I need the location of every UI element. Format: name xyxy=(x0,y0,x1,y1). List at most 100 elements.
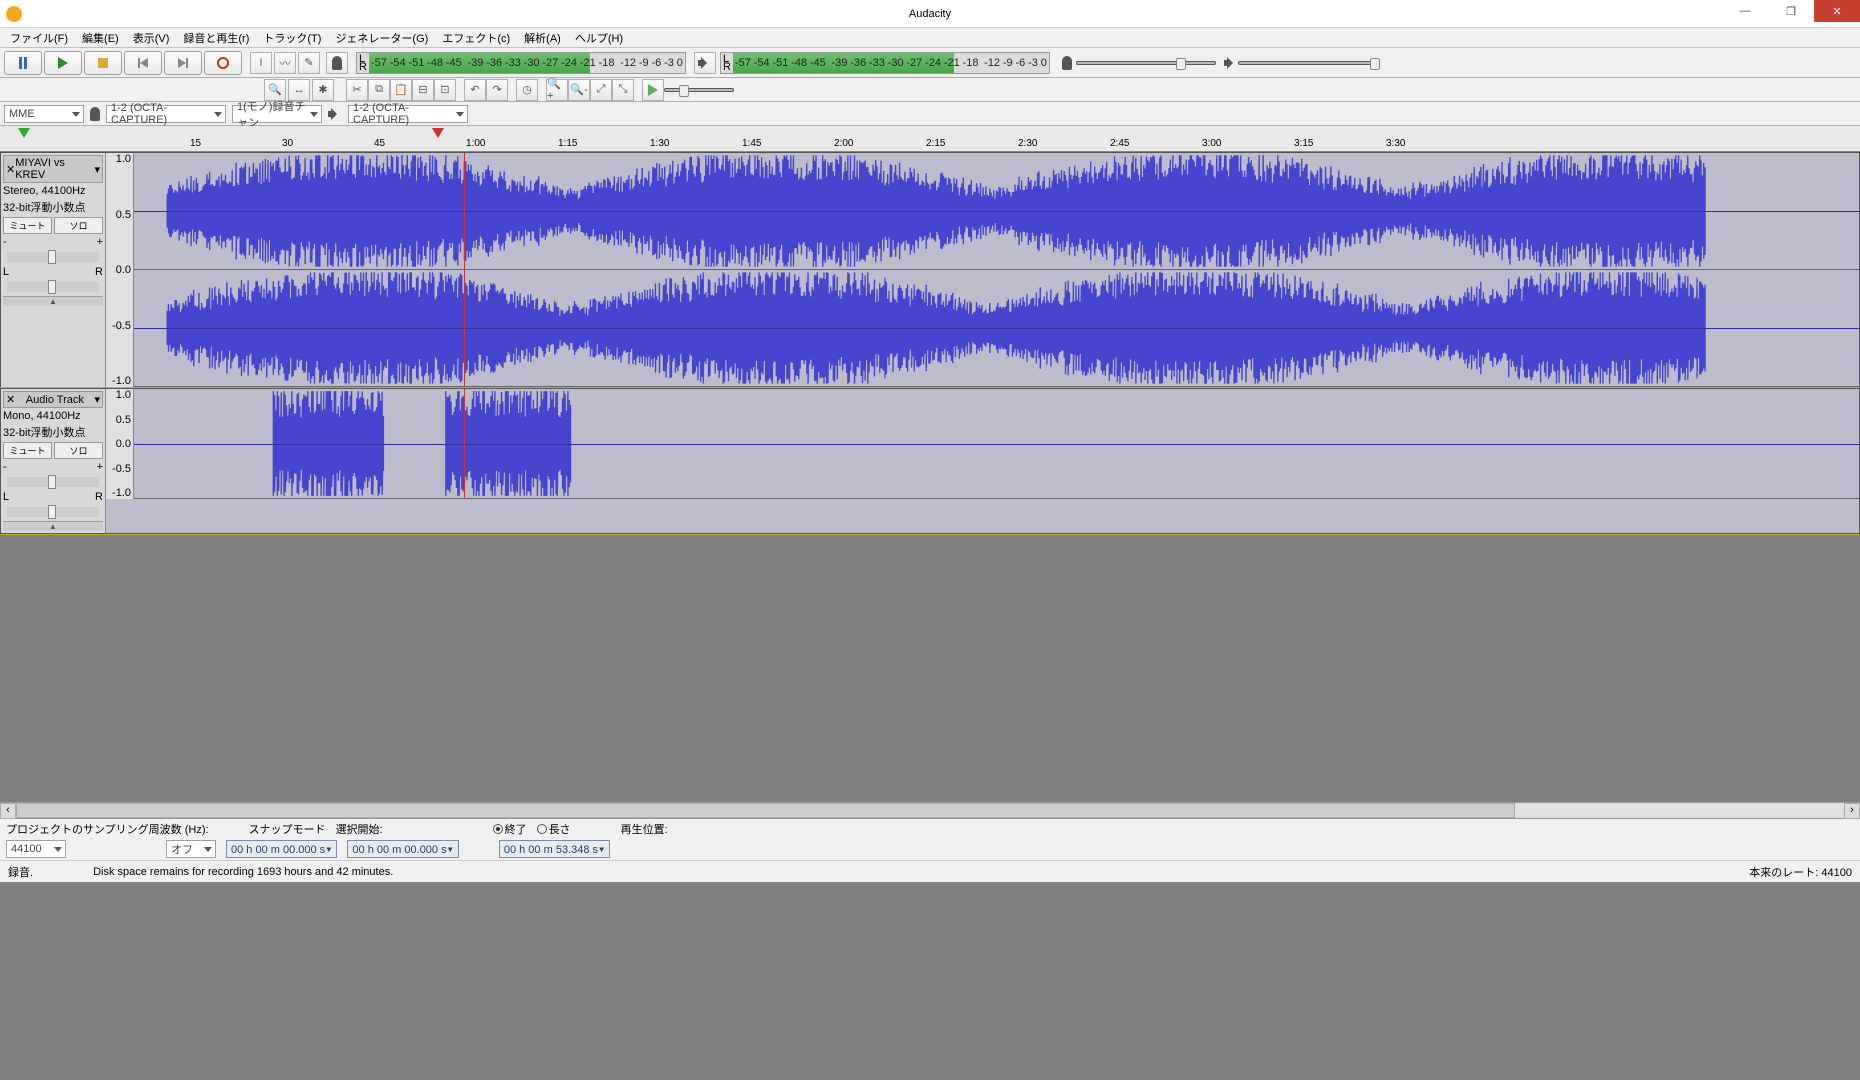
end-radio[interactable]: 終了 xyxy=(493,821,527,837)
waveform-channel[interactable] xyxy=(134,153,1859,270)
track-waveform[interactable]: 1.00.50.0-0.5-1.0 xyxy=(106,389,1859,533)
stop-button[interactable] xyxy=(84,51,122,75)
playback-cursor xyxy=(464,389,465,498)
record-button[interactable] xyxy=(204,51,242,75)
scroll-thumb[interactable] xyxy=(16,803,1515,818)
menubar: ファイル(F)編集(E)表示(V)録音と再生(r)トラック(T)ジェネレーター(… xyxy=(0,28,1860,48)
menu-エフェクト(c)[interactable]: エフェクト(c) xyxy=(436,28,516,48)
audio-host-combo[interactable]: MME xyxy=(4,105,84,123)
track-bitdepth: 32-bit浮動小数点 xyxy=(3,199,103,215)
track-control-panel[interactable]: ✕MIYAVI vs KREV▾Stereo, 44100Hz32-bit浮動小… xyxy=(1,153,106,387)
track-menu-icon[interactable]: ▾ xyxy=(94,393,100,406)
selection-start-field[interactable]: 00 h 00 m 00.000 s▾ xyxy=(226,840,337,858)
ruler-label: 3:15 xyxy=(1294,138,1313,149)
solo-button[interactable]: ソロ xyxy=(54,217,103,234)
window-titlebar: Audacity — ❐ ✕ xyxy=(0,0,1860,28)
selection-tool-button[interactable]: I xyxy=(250,52,272,74)
sync-lock-button[interactable]: ◷ xyxy=(516,79,538,101)
multi-tool-button[interactable]: ✱ xyxy=(312,79,334,101)
play-at-speed-button[interactable] xyxy=(642,79,664,101)
pan-slider[interactable] xyxy=(7,282,99,292)
gain-slider[interactable] xyxy=(7,252,99,262)
track-control-panel[interactable]: ✕Audio Track▾Mono, 44100Hz32-bit浮動小数点ミュー… xyxy=(1,389,106,533)
vertical-scale[interactable]: 1.00.50.0-0.5-1.0 xyxy=(106,153,134,387)
fit-project-button[interactable]: ⤡ xyxy=(612,79,634,101)
solo-button[interactable]: ソロ xyxy=(54,442,103,459)
pan-slider[interactable] xyxy=(7,507,99,517)
ruler-label: 30 xyxy=(282,138,293,149)
draw-tool-button[interactable]: ✎ xyxy=(298,52,320,74)
track-close-icon[interactable]: ✕ xyxy=(6,163,15,176)
length-radio[interactable]: 長さ xyxy=(537,821,571,837)
window-minimize-button[interactable]: — xyxy=(1722,0,1768,22)
track-waveform[interactable]: 1.00.50.0-0.5-1.0 xyxy=(106,153,1859,387)
collapse-button[interactable]: ▲ xyxy=(3,521,103,531)
horizontal-scrollbar[interactable]: ‹ › xyxy=(0,802,1860,818)
menu-表示(V)[interactable]: 表示(V) xyxy=(127,28,176,48)
native-rate-text: 本来のレート: 44100 xyxy=(1749,864,1852,880)
skip-end-button[interactable] xyxy=(164,51,202,75)
selection-start-label: 選択開始: xyxy=(336,821,383,837)
recording-meter[interactable]: LR -57-54-51-48-45-39-36-33-30-27-24-21-… xyxy=(356,52,686,74)
play-button[interactable] xyxy=(44,51,82,75)
envelope-tool-button[interactable]: 〰 xyxy=(274,52,296,74)
track-name: Audio Track xyxy=(26,394,84,406)
scroll-right-button[interactable]: › xyxy=(1844,803,1860,819)
play-speed-slider[interactable] xyxy=(664,80,734,100)
ruler-label: 1:30 xyxy=(650,138,669,149)
menu-ジェネレーター(G)[interactable]: ジェネレーター(G) xyxy=(329,28,434,48)
input-channels-combo[interactable]: 1(モノ)録音チャン xyxy=(232,105,322,123)
silence-button[interactable]: ⊡ xyxy=(434,79,456,101)
selection-end-field[interactable]: 00 h 00 m 00.000 s▾ xyxy=(347,840,458,858)
app-logo-icon xyxy=(6,6,22,22)
skip-start-button[interactable] xyxy=(124,51,162,75)
audio-position-field[interactable]: 00 h 00 m 53.348 s▾ xyxy=(499,840,610,858)
cut-button[interactable]: ✂ xyxy=(346,79,368,101)
zoom-in-button[interactable]: 🔍+ xyxy=(546,79,568,101)
snap-mode-combo[interactable]: オフ xyxy=(166,840,216,858)
snap-mode-label: スナップモード xyxy=(249,821,326,837)
status-bar: 録音. Disk space remains for recording 169… xyxy=(0,860,1860,882)
redo-button[interactable]: ↷ xyxy=(486,79,508,101)
scroll-left-button[interactable]: ‹ xyxy=(0,803,16,819)
track: ✕Audio Track▾Mono, 44100Hz32-bit浮動小数点ミュー… xyxy=(0,388,1860,534)
window-close-button[interactable]: ✕ xyxy=(1814,0,1860,22)
window-title: Audacity xyxy=(909,8,951,20)
mute-button[interactable]: ミュート xyxy=(3,217,52,234)
gain-slider[interactable] xyxy=(7,477,99,487)
trim-button[interactable]: ⊟ xyxy=(412,79,434,101)
output-device-combo[interactable]: 1-2 (OCTA-CAPTURE) xyxy=(348,105,468,123)
input-device-combo[interactable]: 1-2 (OCTA-CAPTURE) xyxy=(106,105,226,123)
recording-volume-slider[interactable] xyxy=(1076,53,1216,73)
ruler-label: 3:00 xyxy=(1202,138,1221,149)
vertical-scale[interactable]: 1.00.50.0-0.5-1.0 xyxy=(106,389,134,499)
recording-status-text: 録音. xyxy=(8,864,33,880)
paste-button[interactable]: 📋 xyxy=(390,79,412,101)
track-menu-icon[interactable]: ▾ xyxy=(94,163,100,176)
undo-button[interactable]: ↶ xyxy=(464,79,486,101)
waveform-channel[interactable] xyxy=(134,270,1859,387)
menu-ヘルプ(H)[interactable]: ヘルプ(H) xyxy=(569,28,629,48)
pause-button[interactable] xyxy=(4,51,42,75)
playback-meter[interactable]: LR -57-54-51-48-45-39-36-33-30-27-24-21-… xyxy=(720,52,1050,74)
fit-selection-button[interactable]: ⤢ xyxy=(590,79,612,101)
speaker-icon xyxy=(694,52,716,74)
menu-解析(A)[interactable]: 解析(A) xyxy=(518,28,567,48)
menu-トラック(T)[interactable]: トラック(T) xyxy=(257,28,327,48)
playback-volume-slider[interactable] xyxy=(1238,53,1378,73)
mute-button[interactable]: ミュート xyxy=(3,442,52,459)
track: ✕MIYAVI vs KREV▾Stereo, 44100Hz32-bit浮動小… xyxy=(0,152,1860,388)
menu-ファイル(F)[interactable]: ファイル(F) xyxy=(4,28,74,48)
project-rate-combo[interactable]: 44100 xyxy=(6,840,66,858)
copy-button[interactable]: ⧉ xyxy=(368,79,390,101)
menu-編集(E)[interactable]: 編集(E) xyxy=(76,28,125,48)
speaker-slider-icon xyxy=(1224,57,1238,69)
track-close-icon[interactable]: ✕ xyxy=(6,393,15,406)
window-maximize-button[interactable]: ❐ xyxy=(1768,0,1814,22)
collapse-button[interactable]: ▲ xyxy=(3,296,103,306)
waveform-channel[interactable] xyxy=(134,389,1859,499)
ruler-label: 45 xyxy=(374,138,385,149)
menu-録音と再生(r)[interactable]: 録音と再生(r) xyxy=(177,28,255,48)
timeline-ruler[interactable]: 1530451:001:151:301:452:002:152:302:453:… xyxy=(0,126,1860,152)
zoom-out-button[interactable]: 🔍- xyxy=(568,79,590,101)
